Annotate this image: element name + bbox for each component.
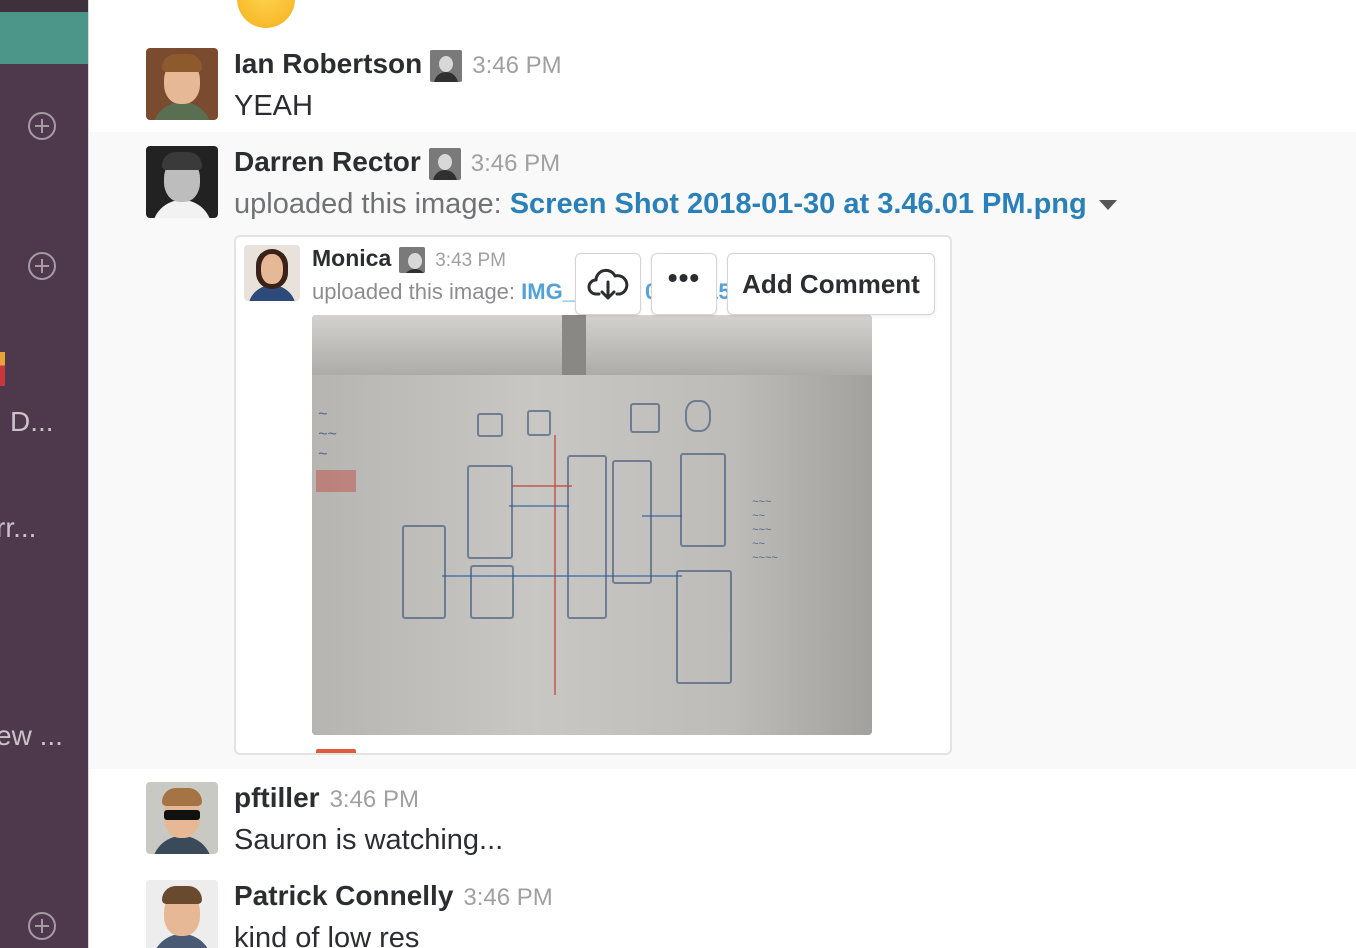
download-button[interactable] xyxy=(575,253,641,315)
user-badge-icon xyxy=(428,147,461,180)
sketch-box xyxy=(612,460,652,584)
sunglasses xyxy=(164,810,200,820)
message-timestamp[interactable]: 3:46 PM xyxy=(463,884,552,911)
avatar[interactable] xyxy=(146,782,218,854)
sketch-box xyxy=(567,455,607,619)
avatar-hair xyxy=(162,886,202,904)
sketch-scribble xyxy=(316,470,356,492)
message-author[interactable]: Darren Rector 3:46 PM xyxy=(234,146,560,180)
upload-prefix: uploaded this image: xyxy=(234,188,510,220)
sidebar: D... rr... ew ... xyxy=(0,0,88,948)
sidebar-item-label[interactable]: ew ... xyxy=(0,720,63,752)
message-timestamp[interactable]: 3:46 PM xyxy=(330,786,419,813)
sketch-notes: ~~~ ~~ ~~~ ~~ ~~~~ xyxy=(752,496,778,564)
sketch-line xyxy=(554,435,556,695)
ellipsis-icon: ••• xyxy=(667,262,701,293)
sketch-box xyxy=(676,570,732,684)
sketch-box xyxy=(402,525,446,619)
user-badge-icon xyxy=(430,49,463,82)
sketch-line xyxy=(642,515,682,517)
message-timestamp[interactable]: 3:46 PM xyxy=(471,150,560,177)
chevron-down-icon[interactable] xyxy=(1098,200,1117,211)
photo-whiteboard: ~~~ ~~ ~~~ ~~ ~~~~ ~ ~~ ~ xyxy=(312,375,872,735)
message-item: pftiller 3:46 PM Sauron is watching... xyxy=(89,770,1356,870)
message-pane: Ian Robertson 3:46 PM YEAH Darren Rector 3… xyxy=(89,0,1356,948)
sketch-box xyxy=(467,465,513,559)
message-author[interactable]: Patrick Connelly 3:46 PM xyxy=(234,880,553,912)
file-link[interactable]: IMG_ xyxy=(521,279,575,304)
avatar-face xyxy=(261,254,283,284)
more-actions-button[interactable]: ••• xyxy=(651,253,717,315)
avatar[interactable] xyxy=(244,245,300,301)
anguished-emoji-icon xyxy=(237,0,295,28)
message-text: Sauron is watching... xyxy=(234,824,504,856)
avatar[interactable] xyxy=(146,48,218,120)
avatar-hair xyxy=(162,54,202,72)
message-timestamp[interactable]: 3:43 PM xyxy=(435,250,506,271)
avatar-body xyxy=(152,200,212,218)
sidebar-item-active[interactable] xyxy=(0,12,88,64)
message-item: Patrick Connelly 3:46 PM kind of low res xyxy=(89,868,1356,948)
attachment-footer-icon xyxy=(316,749,356,753)
author-name[interactable]: Darren Rector xyxy=(234,146,421,177)
avatar-body xyxy=(152,934,212,948)
message-author[interactable]: pftiller 3:46 PM xyxy=(234,782,419,814)
attachment-author[interactable]: Monica 3:43 PM xyxy=(312,245,506,273)
avatar-hair xyxy=(162,788,202,806)
avatar[interactable] xyxy=(146,880,218,948)
sketch-box xyxy=(685,400,711,432)
avatar-hair xyxy=(162,152,202,170)
add-comment-button[interactable]: Add Comment xyxy=(727,253,935,315)
sidebar-header-edge xyxy=(0,0,88,12)
avatar[interactable] xyxy=(146,146,218,218)
author-name[interactable]: Ian Robertson xyxy=(234,48,422,79)
author-name[interactable]: Patrick Connelly xyxy=(234,880,453,911)
avatar-body xyxy=(152,102,212,120)
sketch-line xyxy=(442,575,682,577)
sketch-notes: ~ ~~ ~ xyxy=(318,406,337,463)
sketch-box xyxy=(680,453,726,547)
cloud-download-icon xyxy=(587,268,629,300)
message-timestamp[interactable]: 3:46 PM xyxy=(472,52,561,79)
avatar-body xyxy=(152,836,212,854)
sketch-line xyxy=(512,485,572,487)
sidebar-item-label[interactable]: D... xyxy=(10,406,54,438)
add-dm-plus-icon[interactable] xyxy=(28,252,56,280)
user-badge-icon xyxy=(399,246,426,273)
sketch-box xyxy=(527,410,551,436)
author-name[interactable]: Monica xyxy=(312,245,391,271)
sketch-box xyxy=(630,403,660,433)
message-text: YEAH xyxy=(234,90,313,122)
unread-marker xyxy=(0,352,5,386)
add-app-plus-icon[interactable] xyxy=(28,912,56,940)
author-name[interactable]: pftiller xyxy=(234,782,320,813)
sketch-box xyxy=(477,413,503,437)
message-item: Ian Robertson 3:46 PM YEAH xyxy=(89,34,1356,132)
whiteboard-photo[interactable]: ~~~ ~~ ~~~ ~~ ~~~~ ~ ~~ ~ xyxy=(312,315,872,735)
sketch-line xyxy=(509,505,569,507)
sidebar-item-label[interactable]: rr... xyxy=(0,512,36,544)
sketch-box xyxy=(470,565,514,619)
message-text: uploaded this image: Screen Shot 2018-01… xyxy=(234,188,1117,221)
message-author[interactable]: Ian Robertson 3:46 PM xyxy=(234,48,562,82)
upload-prefix: uploaded this image: xyxy=(312,279,522,304)
file-link[interactable]: Screen Shot 2018-01-30 at 3.46.01 PM.png xyxy=(510,188,1087,220)
message-text: kind of low res xyxy=(234,922,420,948)
add-channel-plus-icon[interactable] xyxy=(28,112,56,140)
